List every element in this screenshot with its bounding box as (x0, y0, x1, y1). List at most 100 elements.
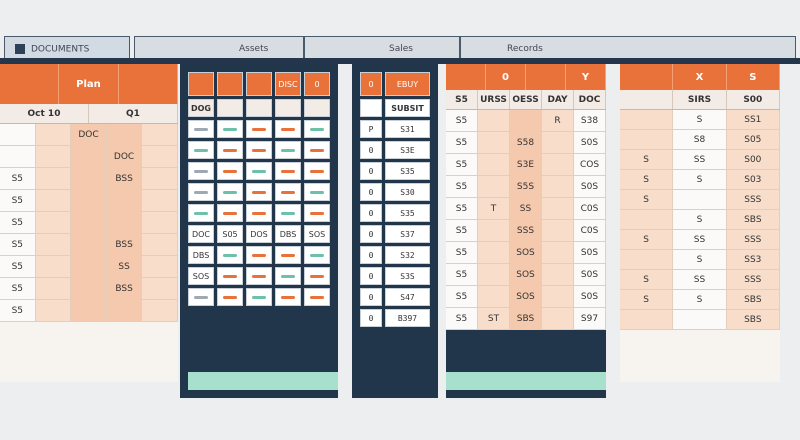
table-cell: S (673, 290, 727, 309)
table-cell (35, 278, 72, 299)
table-cell: S5 (446, 132, 478, 153)
table-cell: SSS (726, 270, 780, 289)
center-grid: 0 EBUY SUBSIT P S31 0 S3E 0 S35 0 S30 0 S35 0 S37 0 S32 0… (360, 72, 430, 327)
table-cell (188, 204, 214, 222)
value-marker (223, 127, 237, 131)
table-cell: S0S (574, 242, 606, 263)
tab-sales[interactable]: Sales (304, 36, 460, 60)
right-header: 0Y (446, 64, 606, 90)
value-marker (310, 127, 324, 131)
table-cell: DBS (188, 246, 214, 264)
table-cell: S5 (0, 278, 36, 299)
table-cell (246, 246, 272, 264)
table-row: S SS SSS (620, 270, 780, 290)
tab-documents[interactable]: DOCUMENTS (4, 36, 130, 60)
table-cell (304, 288, 330, 306)
tab-records[interactable]: Records (460, 36, 796, 60)
mid-panel: DISC 0 DOG DOC S05 DOS DBS SOS DBS SOS (180, 64, 338, 398)
table-cell (275, 246, 301, 264)
table-cell: S35 (385, 162, 430, 180)
table-row: S5 S5S S0S (446, 176, 606, 198)
value-marker (223, 169, 237, 173)
table-cell: SBS (726, 210, 780, 229)
table-cell: S5 (446, 176, 478, 197)
table-cell: C0S (574, 220, 606, 241)
table-cell: R (542, 110, 574, 131)
value-marker (281, 295, 295, 299)
table-cell: S5S (510, 176, 542, 197)
table-cell: SBS (726, 290, 780, 309)
table-cell (478, 242, 510, 263)
table-cell: SSS (510, 220, 542, 241)
value-marker (223, 295, 237, 299)
far-panel: X S SIRS S00 S SS1 S8 S05 S SS S00 S S S03 S SSS S SBS S SS… (620, 64, 780, 382)
subheader-cell: Q1 (89, 104, 178, 123)
table-cell (275, 120, 301, 138)
table-cell: S5 (0, 256, 36, 277)
value-marker (194, 211, 208, 215)
table-cell (217, 162, 243, 180)
table-cell (542, 176, 574, 197)
header-cell: DISC (275, 72, 301, 96)
table-cell: 0 (360, 225, 382, 243)
right-panel: 0 Y S5 URSS OESS DAY DOC S5 R S38 S5 S58 S0S S5 S3E COS… (446, 64, 606, 398)
table-cell (304, 246, 330, 264)
table-cell: T (478, 198, 510, 219)
table-cell (620, 250, 674, 269)
value-marker (194, 127, 208, 131)
table-cell (275, 141, 301, 159)
table-row: S5 (0, 212, 178, 234)
header-cell (0, 64, 60, 104)
table-row: S5 SOS S0S (446, 286, 606, 308)
table-cell: SS (673, 230, 727, 249)
value-marker (310, 211, 324, 215)
table-cell (217, 204, 243, 222)
subheader-cell (275, 99, 301, 117)
table-cell: S (620, 190, 674, 209)
value-marker (223, 211, 237, 215)
value-marker (194, 169, 208, 173)
value-marker (252, 148, 266, 152)
value-marker (223, 148, 237, 152)
table-cell: S97 (574, 308, 606, 329)
table-cell (35, 212, 72, 233)
table-row: S5 BSS (0, 168, 178, 190)
table-cell (673, 190, 727, 209)
value-marker (281, 190, 295, 194)
table-cell (35, 146, 72, 167)
header-cell: 0 (360, 72, 382, 96)
value-marker (310, 274, 324, 278)
table-cell (142, 168, 178, 189)
table-cell: P (360, 120, 382, 138)
subheader-cell: SUBSIT (385, 99, 430, 117)
table-cell (142, 146, 178, 167)
table-row: S SS3 (620, 250, 780, 270)
table-cell (142, 124, 178, 145)
table-cell (478, 286, 510, 307)
table-cell: S (620, 270, 674, 289)
table-cell: S0S (574, 286, 606, 307)
subheader-cell: S5 (446, 90, 478, 109)
table-cell (542, 198, 574, 219)
table-row: S S SBS (620, 290, 780, 310)
table-row: S5 (0, 300, 178, 322)
table-cell (106, 300, 143, 321)
subheader-cell: OESS (510, 90, 542, 109)
table-cell (35, 168, 72, 189)
subheader-cell: DOC (574, 90, 606, 109)
left-header: Plan (0, 64, 178, 104)
header-cell (526, 64, 566, 90)
table-cell: 0 (360, 246, 382, 264)
table-cell (71, 168, 107, 189)
table-cell: S3E (510, 154, 542, 175)
tab-assets[interactable]: Assets (134, 36, 304, 60)
table-cell: S (620, 170, 674, 189)
table-cell: 0 (360, 204, 382, 222)
value-marker (281, 169, 295, 173)
subheader-cell (304, 99, 330, 117)
header-cell: Plan (59, 64, 119, 104)
table-cell (35, 300, 72, 321)
table-cell (620, 130, 674, 149)
table-cell (275, 183, 301, 201)
table-row: S5 BSS (0, 278, 178, 300)
